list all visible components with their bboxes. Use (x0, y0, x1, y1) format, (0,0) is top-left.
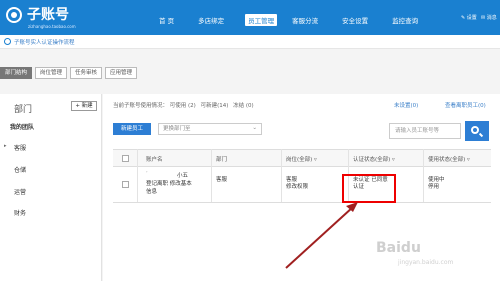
annotation-arrow (285, 202, 358, 269)
watermark-logo: Baidu (376, 240, 421, 256)
watermark-url: jingyan.baidu.com (398, 259, 454, 266)
